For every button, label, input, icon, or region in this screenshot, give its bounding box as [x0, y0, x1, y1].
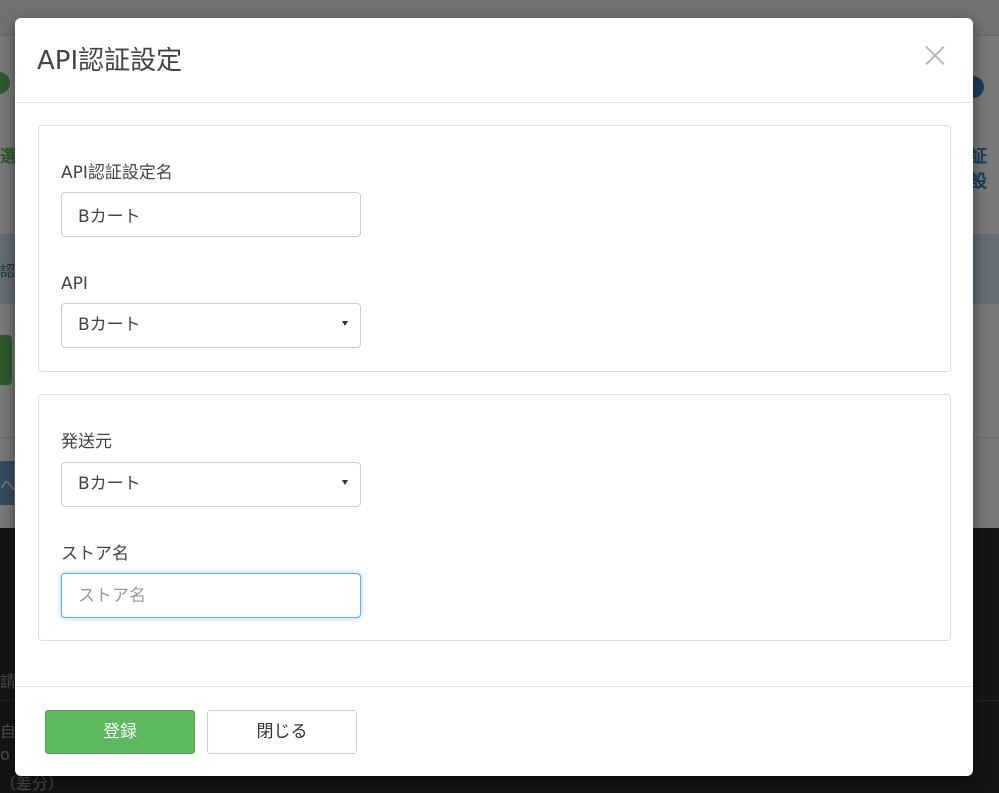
sender-settings-panel: 発送元 Bカート ストア名: [38, 394, 951, 641]
sender-label: 発送元: [61, 432, 112, 452]
modal-header: API認証設定: [15, 18, 973, 103]
api-select-value: Bカート: [78, 315, 141, 335]
caret-down-icon: [342, 480, 348, 485]
close-button[interactable]: 閉じる: [207, 710, 357, 754]
modal-footer: 登録 閉じる: [15, 686, 973, 776]
store-name-label: ストア名: [61, 544, 129, 564]
api-auth-settings-modal: API認証設定 API認証設定名 API Bカート 発送元 Bカート ストア名 …: [15, 18, 973, 776]
api-auth-name-input[interactable]: [61, 192, 361, 237]
store-name-input[interactable]: [61, 573, 361, 618]
api-settings-panel: API認証設定名 API Bカート: [38, 125, 951, 372]
sender-select-value: Bカート: [78, 474, 141, 494]
caret-down-icon: [342, 321, 348, 326]
modal-title: API認証設定: [37, 46, 183, 76]
submit-button[interactable]: 登録: [45, 710, 195, 754]
api-label: API: [61, 274, 88, 294]
sender-select[interactable]: Bカート: [61, 462, 361, 507]
api-auth-name-label: API認証設定名: [61, 163, 173, 183]
api-select[interactable]: Bカート: [61, 303, 361, 348]
close-icon[interactable]: [919, 40, 951, 72]
